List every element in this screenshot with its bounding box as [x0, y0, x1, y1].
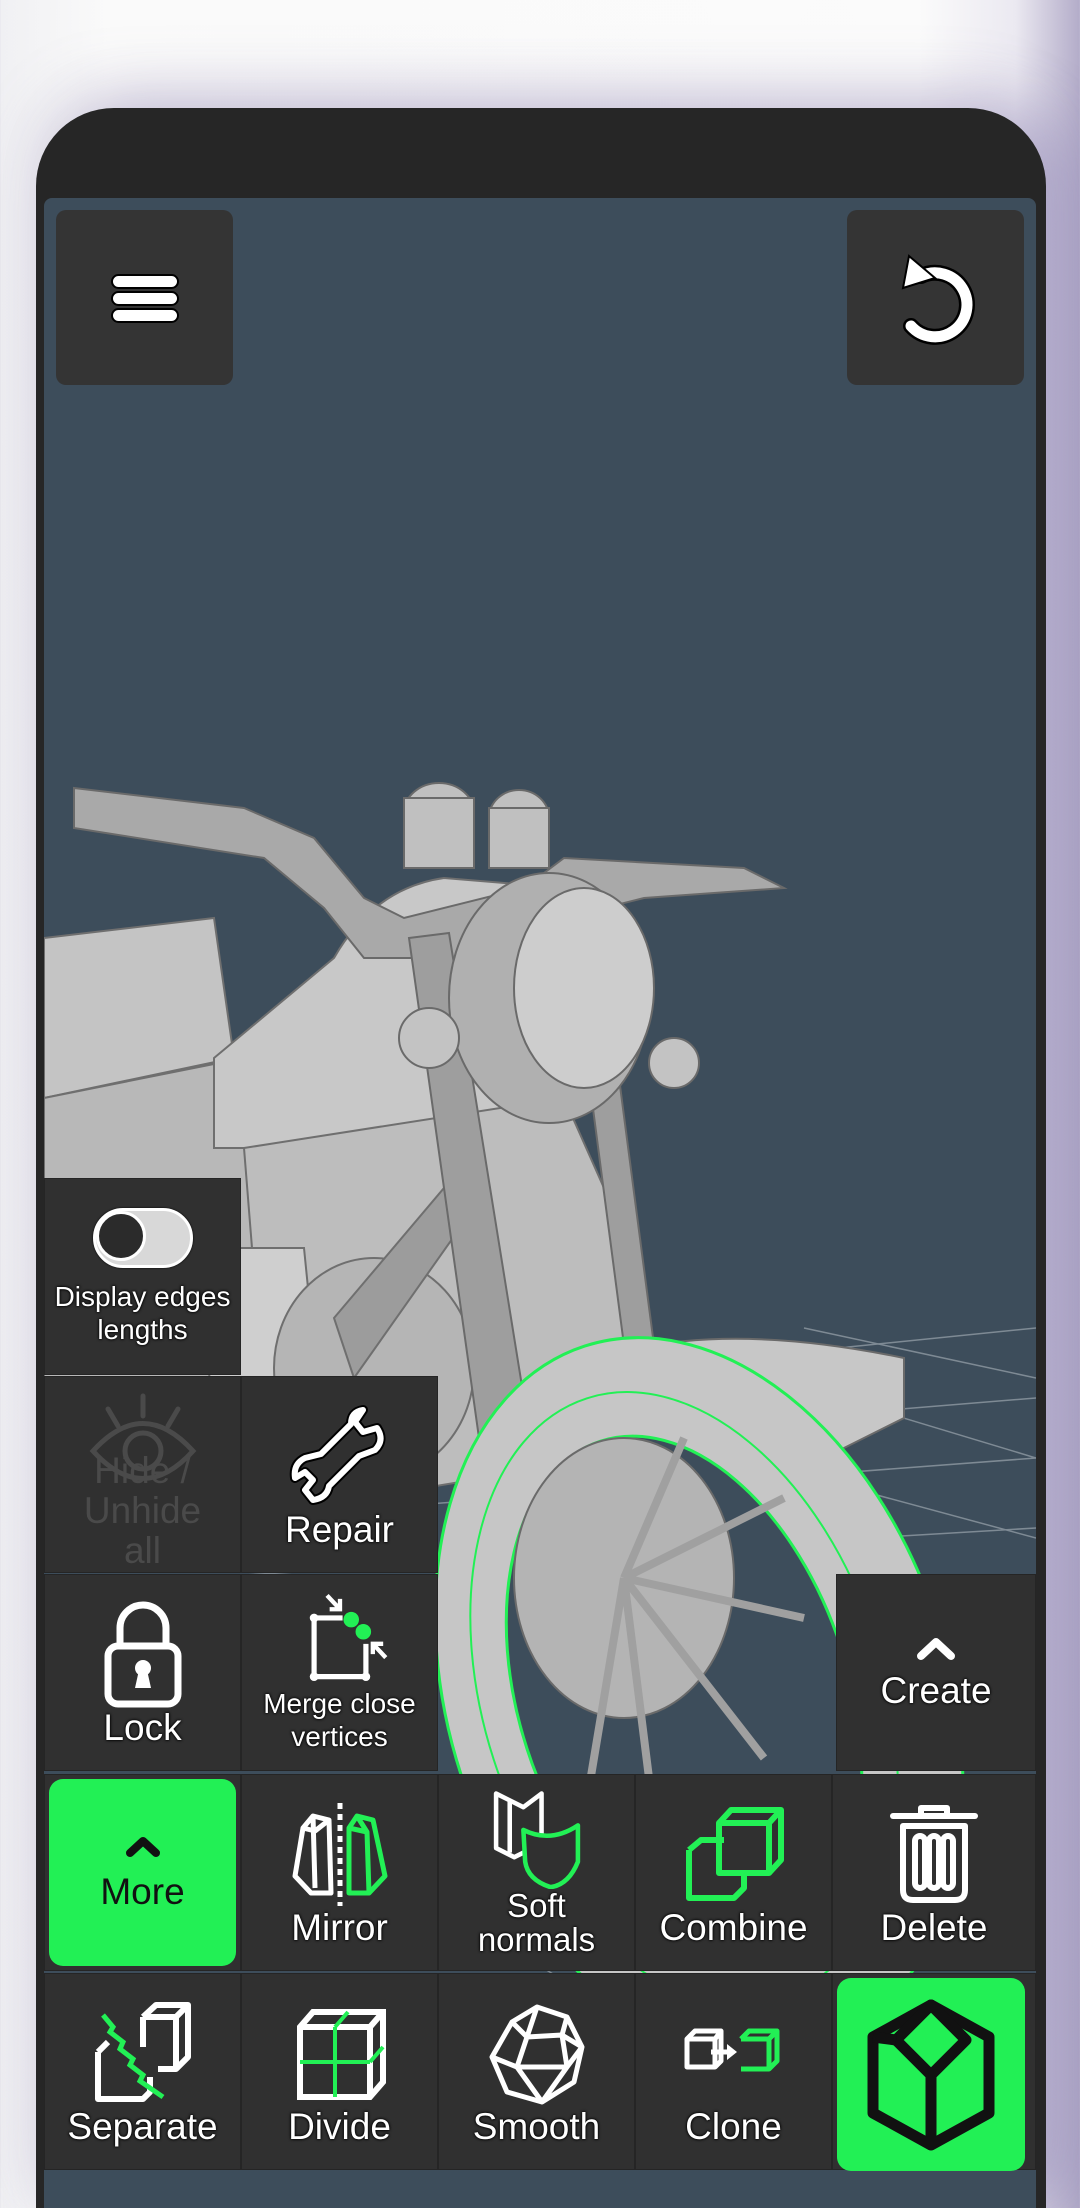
display-edges-label-line2: lengths	[97, 1313, 188, 1345]
trash-icon	[890, 1804, 978, 1903]
smooth-label: Smooth	[472, 2105, 601, 2147]
combine-icon	[685, 1806, 784, 1901]
hide-unhide-label-line1: Hide /	[94, 1450, 191, 1491]
display-edges-label-line1: Display edges	[54, 1280, 231, 1312]
smooth-icon	[489, 2004, 584, 2104]
create-button[interactable]: Create	[836, 1574, 1036, 1771]
lock-label: Lock	[103, 1706, 182, 1748]
chevron-up-icon	[125, 1836, 160, 1857]
phone-frame: Display edges lengths Hide / Unhide all	[36, 108, 1046, 2208]
hamburger-menu-icon	[110, 273, 179, 323]
hide-unhide-all-button[interactable]: Hide / Unhide all	[44, 1376, 241, 1573]
mirror-label: Mirror	[291, 1906, 388, 1948]
separate-label: Separate	[67, 2105, 218, 2147]
more-button[interactable]: More	[49, 1779, 236, 1966]
undo-icon	[901, 253, 975, 345]
create-label: Create	[880, 1669, 992, 1711]
merge-label-line2: vertices	[291, 1721, 388, 1752]
hide-unhide-label-line2: Unhide	[83, 1490, 202, 1531]
divide-icon	[296, 2008, 386, 2100]
lock-button[interactable]: Lock	[44, 1574, 241, 1771]
undo-button[interactable]	[847, 210, 1024, 385]
combine-button[interactable]: Combine	[635, 1774, 832, 1971]
clone-button[interactable]: Clone	[635, 1973, 832, 2170]
divide-label: Divide	[288, 2105, 391, 2147]
clone-label: Clone	[685, 2105, 782, 2147]
chevron-up-icon	[917, 1637, 955, 1660]
more-label: More	[100, 1870, 185, 1912]
soft-normals-button[interactable]: Soft normals	[438, 1774, 635, 1971]
clone-icon	[684, 2028, 779, 2071]
more-cell: More	[44, 1774, 241, 1971]
wrench-icon	[289, 1404, 385, 1505]
smooth-button[interactable]: Smooth	[438, 1973, 635, 2170]
object-mode-button[interactable]	[837, 1978, 1025, 2171]
hide-unhide-label-line3: all	[123, 1530, 162, 1571]
delete-label: Delete	[880, 1906, 988, 1948]
cube-icon	[867, 1999, 995, 2150]
mirror-button[interactable]: Mirror	[241, 1774, 438, 1971]
separate-button[interactable]: Separate	[44, 1973, 241, 2170]
menu-button[interactable]	[56, 210, 233, 385]
repair-button[interactable]: Repair	[241, 1376, 438, 1573]
repair-label: Repair	[285, 1508, 394, 1550]
soft-normals-label-line2: normals	[477, 1920, 596, 1958]
delete-button[interactable]: Delete	[832, 1774, 1036, 1971]
separate-icon	[94, 2001, 191, 2102]
toggle-switch-icon[interactable]	[92, 1207, 193, 1268]
object-mode-cell	[832, 1973, 1036, 2171]
soft-normals-icon	[493, 1790, 580, 1889]
soft-normals-label-line1: Soft	[507, 1886, 566, 1924]
3d-viewport[interactable]: Display edges lengths Hide / Unhide all	[44, 198, 1036, 2208]
combine-label: Combine	[659, 1906, 808, 1948]
mirror-icon	[292, 1802, 387, 1906]
lock-icon	[104, 1601, 181, 1707]
merge-vertices-icon	[309, 1593, 387, 1681]
merge-close-vertices-button[interactable]: Merge close vertices	[241, 1574, 438, 1771]
display-edges-lengths-toggle[interactable]: Display edges lengths	[44, 1178, 241, 1375]
divide-button[interactable]: Divide	[241, 1973, 438, 2170]
merge-label-line1: Merge close	[263, 1688, 416, 1719]
